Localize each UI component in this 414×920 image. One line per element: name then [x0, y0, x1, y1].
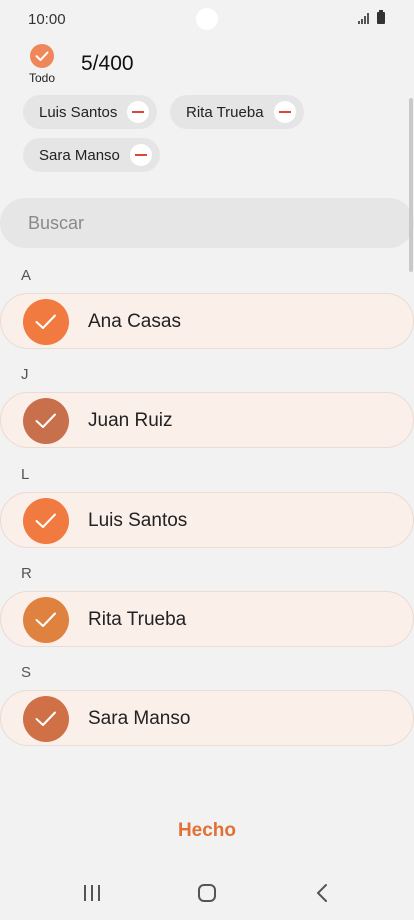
contact-name: Juan Ruiz — [88, 410, 173, 431]
signal-icon — [358, 13, 369, 24]
selected-chip[interactable]: Rita Trueba — [170, 95, 304, 129]
contact-row[interactable]: Sara Manso — [0, 690, 414, 746]
contact-row[interactable]: Ana Casas — [0, 293, 414, 349]
recents-icon[interactable] — [72, 880, 112, 906]
checkmark-icon — [35, 612, 56, 627]
avatar — [23, 299, 69, 345]
avatar — [23, 597, 69, 643]
search-placeholder: Buscar — [28, 212, 85, 233]
status-time: 10:00 — [28, 11, 66, 28]
avatar — [23, 398, 69, 444]
avatar — [23, 498, 69, 544]
scrollbar[interactable] — [409, 98, 413, 272]
contact-name: Sara Manso — [88, 708, 191, 729]
navigation-bar — [0, 860, 414, 920]
camera-cutout — [196, 8, 218, 30]
section-letter: J — [21, 366, 29, 383]
home-icon[interactable] — [187, 880, 227, 906]
done-button[interactable]: Hecho — [0, 820, 414, 842]
contact-row[interactable]: Luis Santos — [0, 492, 414, 548]
section-letter: S — [21, 664, 32, 681]
contact-name: Rita Trueba — [88, 609, 187, 630]
selected-chip[interactable]: Sara Manso — [23, 138, 160, 172]
chip-name: Luis Santos — [39, 103, 118, 121]
checkmark-icon — [35, 413, 56, 428]
section-letter: L — [21, 466, 30, 483]
chip-name: Sara Manso — [39, 146, 120, 164]
check-circle-icon — [30, 44, 54, 68]
remove-icon[interactable] — [127, 101, 150, 123]
contact-name: Luis Santos — [88, 510, 188, 531]
chip-name: Rita Trueba — [186, 103, 264, 121]
contact-row[interactable]: Juan Ruiz — [0, 392, 414, 448]
select-all-button[interactable]: Todo — [22, 44, 62, 86]
checkmark-icon — [35, 711, 56, 726]
section-letter: R — [21, 565, 32, 582]
select-all-label: Todo — [28, 71, 56, 85]
checkmark-icon — [35, 513, 56, 528]
chevron-left-icon[interactable] — [302, 880, 342, 906]
avatar — [23, 696, 69, 742]
remove-icon[interactable] — [129, 144, 152, 166]
battery-icon — [377, 10, 385, 24]
section-letter: A — [21, 267, 32, 284]
status-bar: 10:00 — [0, 0, 414, 38]
remove-icon[interactable] — [273, 101, 296, 123]
contact-row[interactable]: Rita Trueba — [0, 591, 414, 647]
search-input[interactable]: Buscar — [0, 198, 414, 248]
checkmark-icon — [35, 314, 56, 329]
selected-chip[interactable]: Luis Santos — [23, 95, 158, 129]
contact-name: Ana Casas — [88, 311, 181, 332]
selection-count: 5/400 — [81, 52, 134, 75]
